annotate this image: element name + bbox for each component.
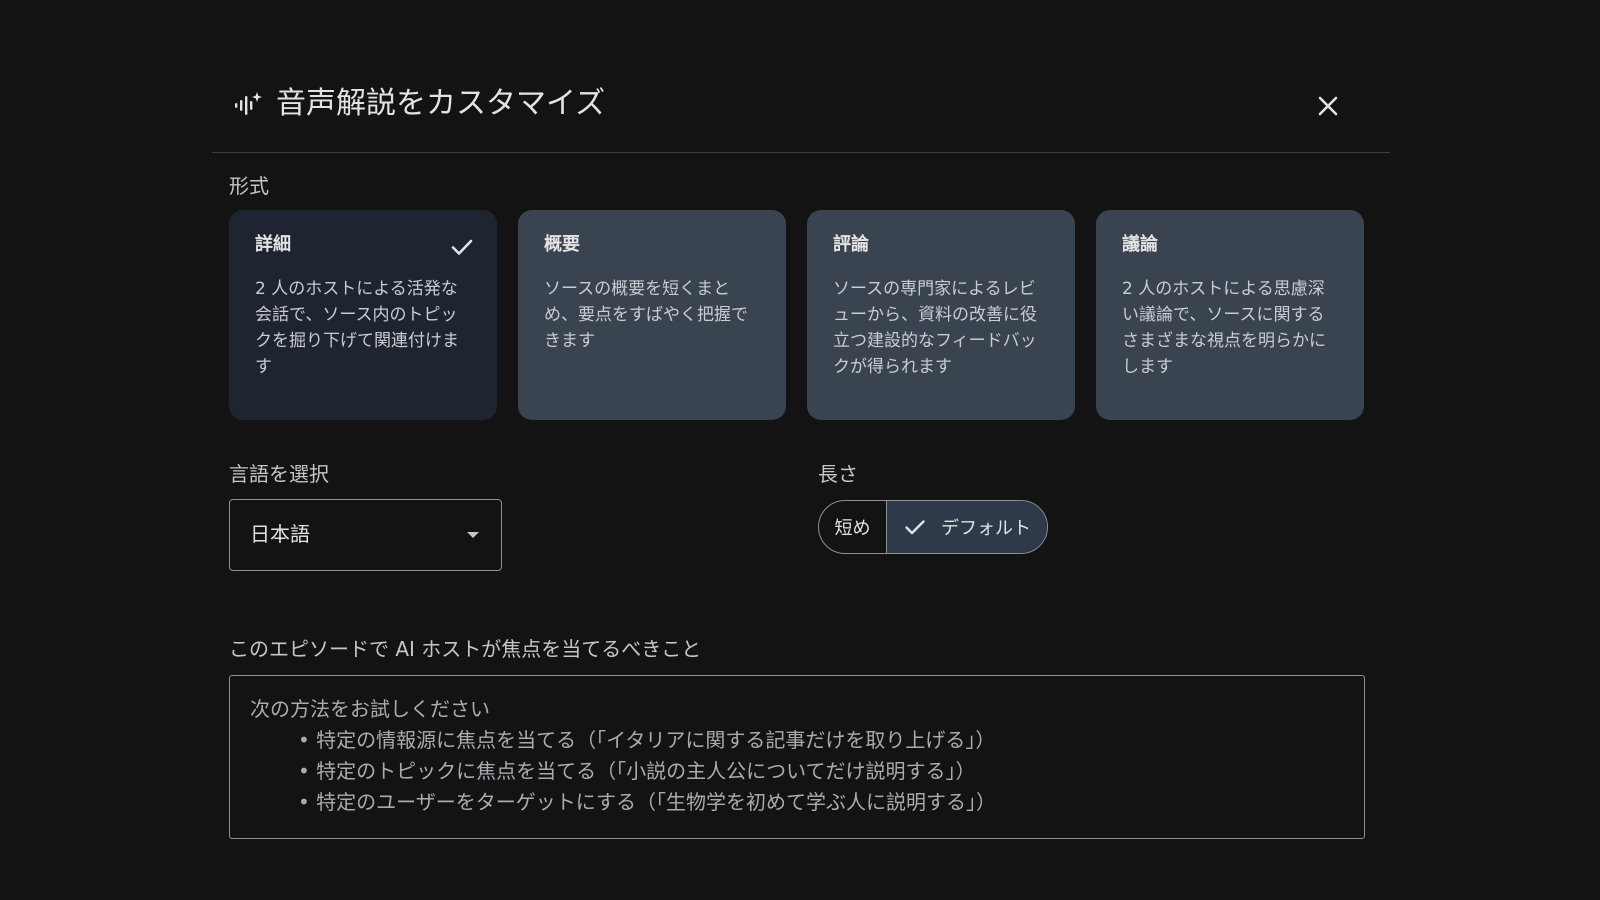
placeholder-item: • 特定のトピックに焦点を当てる（「小説の主人公についてだけ説明する」） (298, 759, 976, 783)
audio-sparkle-icon (233, 90, 263, 120)
length-segmented-control: 短め デフォルト (818, 500, 1048, 554)
close-button[interactable] (1312, 90, 1344, 122)
focus-textarea[interactable]: 次の方法をお試しください • 特定の情報源に焦点を当てる（「イタリアに関する記事… (229, 675, 1365, 839)
length-option-short[interactable]: 短め (819, 501, 887, 553)
dialog-title: 音声解説をカスタマイズ (276, 86, 606, 121)
card-description: 2 人のホストによる思慮深い議論で、ソースに関するさまざまな視点を明らかにします (1122, 279, 1326, 377)
dropdown-arrow-icon (467, 532, 479, 538)
card-title: 議論 (1122, 234, 1158, 255)
length-option-label: デフォルト (941, 518, 1031, 539)
dialog-header: 音声解説をカスタマイズ (212, 66, 1390, 153)
language-select[interactable]: 日本語 (229, 499, 502, 571)
placeholder-intro: 次の方法をお試しください (250, 697, 490, 721)
close-icon[interactable] (1312, 90, 1344, 122)
card-description: 2 人のホストによる活発な会話で、ソース内のトピックを掘り下げて関連付けます (255, 279, 459, 377)
format-card-critique[interactable]: 評論 ソースの専門家によるレビューから、資料の改善に役立つ建設的なフィードバック… (807, 210, 1075, 420)
format-card-debate[interactable]: 議論 2 人のホストによる思慮深い議論で、ソースに関するさまざまな視点を明らかに… (1096, 210, 1364, 420)
card-title: 概要 (544, 234, 580, 255)
card-title: 詳細 (255, 234, 291, 255)
format-card-detail[interactable]: 詳細 2 人のホストによる活発な会話で、ソース内のトピックを掘り下げて関連付けま… (229, 210, 497, 420)
placeholder-item: • 特定の情報源に焦点を当てる（「イタリアに関する記事だけを取り上げる」） (298, 728, 996, 752)
language-select-value: 日本語 (250, 522, 310, 546)
customize-dialog: 音声解説をカスタマイズ 形式 詳細 2 人のホストによる活発な会話で、ソース内の… (212, 66, 1390, 900)
format-label: 形式 (229, 174, 269, 198)
placeholder-item: • 特定のユーザーをターゲットにする（「生物学を初めて学ぶ人に説明する」） (298, 790, 996, 814)
card-description: ソースの専門家によるレビューから、資料の改善に役立つ建設的なフィードバックが得ら… (833, 279, 1037, 377)
focus-label: このエピソードで AI ホストが焦点を当てるべきこと (229, 637, 702, 661)
length-label: 長さ (818, 462, 858, 486)
format-card-overview[interactable]: 概要 ソースの概要を短くまとめ、要点をすばやく把握できます (518, 210, 786, 420)
card-description: ソースの概要を短くまとめ、要点をすばやく把握できます (544, 279, 748, 351)
check-icon (903, 515, 927, 539)
check-icon (449, 234, 475, 260)
length-option-default[interactable]: デフォルト (887, 501, 1047, 553)
card-title: 評論 (833, 234, 869, 255)
language-label: 言語を選択 (229, 462, 329, 486)
length-option-label: 短め (834, 518, 871, 539)
